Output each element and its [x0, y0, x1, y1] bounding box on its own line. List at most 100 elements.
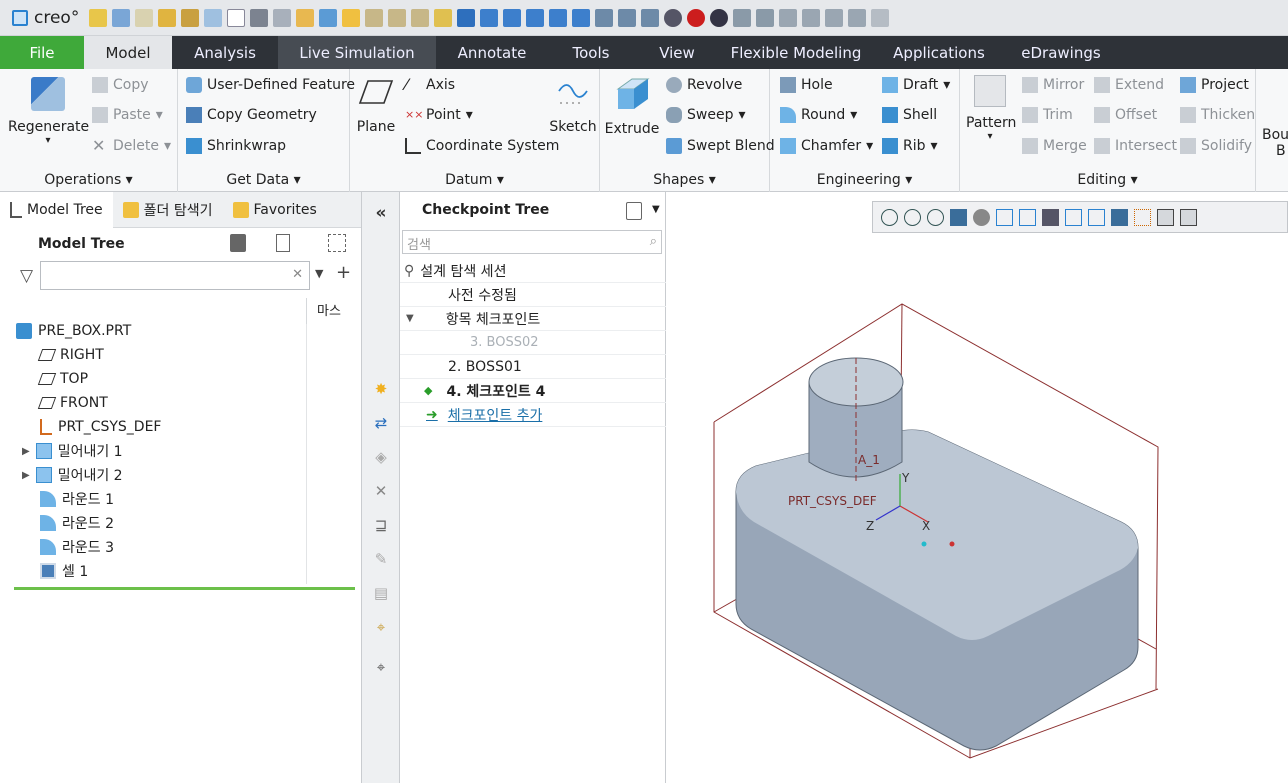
window6-icon[interactable] — [572, 8, 591, 27]
tab-model-tree[interactable]: Model Tree — [0, 191, 113, 228]
regenerate-checkpoint-icon[interactable]: ⇄ — [372, 414, 390, 432]
save-as-icon[interactable] — [273, 8, 292, 27]
undo-icon[interactable] — [848, 8, 867, 27]
fea-icon[interactable] — [135, 8, 154, 27]
clear-icon[interactable]: ✕ — [292, 267, 303, 282]
axis-button[interactable]: ⁄ Axis — [405, 77, 455, 94]
mass-icon[interactable] — [641, 8, 660, 27]
dark-ball-icon[interactable] — [710, 8, 729, 27]
zoom-out-icon[interactable] — [927, 208, 944, 226]
tree-item-extrude-1[interactable]: ▶ 밀어내기 1 — [22, 440, 123, 462]
engineering-group-label[interactable]: Engineering ▾ — [770, 172, 959, 188]
qs-icon[interactable] — [733, 8, 752, 27]
insert-indicator[interactable] — [14, 587, 355, 590]
swept-blend-button[interactable]: Swept Blend — [666, 138, 775, 154]
checkpoint-item[interactable]: 2. BOSS01 — [400, 355, 666, 379]
user-defined-feature-button[interactable]: User-Defined Feature — [186, 77, 355, 93]
plane-display-icon[interactable] — [1157, 208, 1174, 226]
diamond-icon[interactable]: ◈ — [372, 448, 390, 466]
collapse-arrow-icon[interactable]: ▼ — [406, 313, 414, 324]
tool-icon[interactable] — [319, 8, 338, 27]
copy-geometry-button[interactable]: Copy Geometry — [186, 107, 317, 123]
lib-icon[interactable] — [434, 8, 453, 27]
measure-icon[interactable] — [779, 8, 798, 27]
edit-icon[interactable]: ✎ — [372, 550, 390, 568]
intersect-button[interactable]: Intersect — [1094, 138, 1177, 154]
tab-folder-browser[interactable]: 폴더 탐색기 — [113, 192, 223, 228]
expand-arrow-icon[interactable]: ▶ — [22, 446, 30, 457]
collapse-icon[interactable]: « — [372, 204, 390, 222]
tab-applications[interactable]: Applications — [872, 36, 1006, 69]
datum-display-icon[interactable] — [1088, 208, 1105, 226]
delete-checkpoint-icon[interactable]: ✕ — [372, 482, 390, 500]
column-header[interactable]: 마스 — [306, 298, 362, 324]
mirror-button[interactable]: Mirror — [1022, 77, 1084, 93]
draft-button[interactable]: Draft ▾ — [882, 77, 950, 93]
we-icon[interactable] — [112, 8, 131, 27]
point-button[interactable]: ×× Point ▾ — [405, 107, 473, 123]
boundary-button[interactable]: Bou B — [1262, 127, 1288, 159]
tab-edrawings[interactable]: eDrawings — [1006, 36, 1116, 69]
editing-group-label[interactable]: Editing ▾ — [960, 172, 1255, 188]
tab-annotate[interactable]: Annotate — [436, 36, 548, 69]
checkpoint-dropdown-icon[interactable]: ▼ — [652, 204, 660, 215]
get-data-group-label[interactable]: Get Data ▾ — [178, 172, 349, 188]
material-icon[interactable] — [618, 8, 637, 27]
checkpoint-settings-icon[interactable] — [626, 202, 642, 220]
perspective-icon[interactable] — [1042, 208, 1059, 226]
saved-orientation-icon[interactable] — [996, 208, 1013, 226]
model-render[interactable]: A_1 PRT_CSYS_DEF Y X Z — [666, 192, 1288, 783]
window3-icon[interactable] — [503, 8, 522, 27]
revolve-button[interactable]: Revolve — [666, 77, 742, 93]
save-icon[interactable] — [250, 8, 269, 27]
round-button[interactable]: Round ▾ — [780, 107, 857, 123]
new-icon[interactable] — [227, 8, 246, 27]
graphics-viewport[interactable]: A_1 PRT_CSYS_DEF Y X Z — [666, 192, 1288, 783]
tab-tools[interactable]: Tools — [548, 36, 634, 69]
show-icon[interactable] — [276, 234, 290, 252]
solidify-button[interactable]: Solidify — [1180, 138, 1252, 154]
window4-icon[interactable] — [526, 8, 545, 27]
tree-item-right-plane[interactable]: RIGHT — [37, 344, 104, 366]
checkpoint-item[interactable]: 3. BOSS02 — [400, 331, 666, 355]
add-column-icon[interactable]: + — [336, 262, 351, 283]
table-icon[interactable]: ▤ — [372, 584, 390, 602]
save-session-icon[interactable]: ⌖ — [372, 658, 390, 676]
checkpoint-item[interactable]: 사전 수정됨 — [400, 283, 666, 307]
checkpoint-search-input[interactable]: 검색 ⌕ — [402, 230, 662, 254]
asm-box-icon[interactable] — [365, 8, 384, 27]
trim-button[interactable]: Trim — [1022, 107, 1073, 123]
tree-item-front-plane[interactable]: FRONT — [37, 392, 108, 414]
spin-center-icon[interactable] — [1134, 208, 1151, 226]
thicken-button[interactable]: Thicken — [1180, 107, 1255, 123]
tab-view[interactable]: View — [634, 36, 720, 69]
tree-item-round-3[interactable]: 라운드 3 — [40, 536, 114, 558]
copy-button[interactable]: Copy — [92, 77, 149, 93]
expand-arrow-icon[interactable]: ▶ — [22, 470, 30, 481]
sheet-icon[interactable] — [204, 8, 223, 27]
unit-icon[interactable] — [595, 8, 614, 27]
paste-button[interactable]: Paste ▾ — [92, 107, 163, 123]
tab-analysis[interactable]: Analysis — [172, 36, 278, 69]
asm-icon[interactable] — [158, 8, 177, 27]
add-checkpoint-link[interactable]: ➜ 체크포인트 추가 — [400, 403, 666, 427]
annotation-display-icon[interactable] — [1111, 208, 1128, 226]
plane-button[interactable]: Plane — [356, 77, 396, 135]
delete-button[interactable]: ✕ Delete ▾ — [92, 138, 171, 155]
axis-display-icon[interactable] — [1180, 208, 1197, 226]
qe-icon[interactable] — [756, 8, 775, 27]
bom-icon[interactable] — [181, 8, 200, 27]
tree-item-round-2[interactable]: 라운드 2 — [40, 512, 114, 534]
operations-group-label[interactable]: Operations ▾ — [0, 172, 177, 188]
settings-icon[interactable] — [230, 234, 246, 252]
offset-button[interactable]: Offset — [1094, 107, 1157, 123]
window2-icon[interactable] — [480, 8, 499, 27]
pattern-button[interactable]: Pattern ▾ — [966, 75, 1016, 142]
sketch-tool-icon[interactable] — [802, 8, 821, 27]
merge-button[interactable]: Merge — [1022, 138, 1087, 154]
extrude-button[interactable]: Extrude — [604, 75, 660, 137]
refit-icon[interactable] — [881, 208, 898, 226]
shapes-group-label[interactable]: Shapes ▾ — [600, 172, 769, 188]
filter-icon[interactable]: ▽ — [20, 266, 33, 286]
shell-button[interactable]: Shell — [882, 107, 937, 123]
